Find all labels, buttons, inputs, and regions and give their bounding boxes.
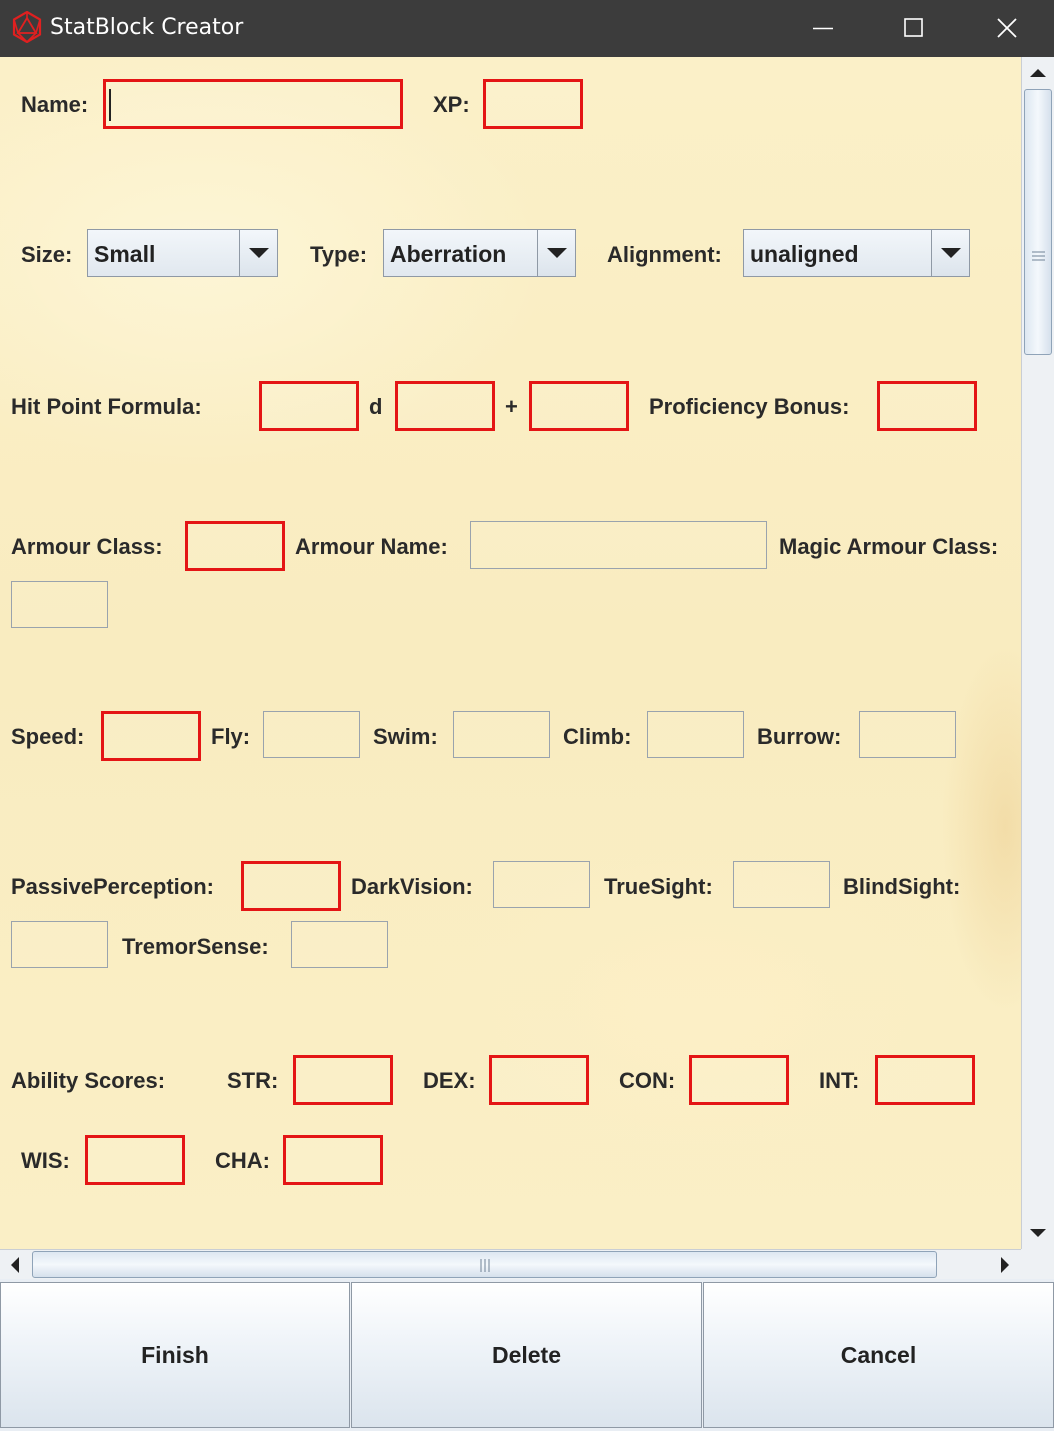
truesight-label: TrueSight: (604, 874, 713, 899)
climb-label: Climb: (563, 724, 632, 749)
arrow-down-icon (1030, 1229, 1046, 1237)
size-combobox[interactable]: Small (87, 229, 278, 277)
magic-armour-class-label: Magic Armour Class: (779, 534, 999, 559)
chevron-down-icon (941, 248, 961, 258)
fly-label: Fly: (211, 724, 251, 749)
climb-field[interactable] (647, 711, 744, 758)
xp-field[interactable] (483, 79, 583, 129)
armour-name-field[interactable] (470, 521, 767, 569)
scroll-right-button[interactable] (989, 1250, 1021, 1280)
tremorsense-field[interactable] (291, 921, 388, 968)
scrollbar-corner (1021, 1249, 1054, 1279)
grip-icon (1032, 251, 1045, 261)
proficiency-bonus-label: Proficiency Bonus: (649, 394, 850, 419)
xp-label: XP: (433, 92, 470, 117)
minimize-icon (813, 27, 833, 30)
alignment-combobox[interactable]: unaligned (743, 229, 970, 277)
horizontal-scrollbar[interactable] (0, 1249, 1021, 1279)
text-caret (109, 89, 111, 121)
str-label: STR: (227, 1068, 279, 1093)
scroll-left-button[interactable] (0, 1250, 32, 1280)
armour-name-label: Armour Name: (295, 534, 448, 559)
type-combobox[interactable]: Aberration (383, 229, 576, 277)
swim-field[interactable] (453, 711, 550, 758)
title-bar: StatBlock Creator (0, 0, 1054, 57)
dex-label: DEX: (423, 1068, 476, 1093)
armour-class-field[interactable] (185, 521, 285, 571)
speed-field[interactable] (101, 711, 201, 761)
maximize-icon (904, 18, 923, 37)
blindsight-label: BlindSight: (843, 874, 961, 899)
name-label: Name: (21, 92, 89, 117)
size-dropdown-button[interactable] (239, 230, 277, 276)
passive-perception-label: PassivePerception: (11, 874, 214, 899)
str-field[interactable] (293, 1055, 393, 1105)
con-label: CON: (619, 1068, 676, 1093)
maximize-button[interactable] (868, 0, 958, 57)
burrow-label: Burrow: (757, 724, 842, 749)
type-value: Aberration (390, 241, 507, 267)
horizontal-scroll-thumb[interactable] (32, 1251, 937, 1278)
cha-label: CHA: (215, 1148, 270, 1173)
ability-scores-label: Ability Scores: (11, 1068, 166, 1093)
tremorsense-label: TremorSense: (122, 934, 269, 959)
dex-field[interactable] (489, 1055, 589, 1105)
truesight-field[interactable] (733, 861, 830, 908)
int-field[interactable] (875, 1055, 975, 1105)
swim-label: Swim: (373, 724, 438, 749)
con-field[interactable] (689, 1055, 789, 1105)
scroll-up-button[interactable] (1022, 57, 1054, 89)
button-bar: Finish Delete Cancel (0, 1279, 1054, 1431)
darkvision-field[interactable] (493, 861, 590, 908)
blindsight-field[interactable] (11, 921, 108, 968)
alignment-dropdown-button[interactable] (931, 230, 969, 276)
passive-perception-field[interactable] (241, 861, 341, 911)
darkvision-label: DarkVision: (351, 874, 473, 899)
finish-button[interactable]: Finish (0, 1282, 350, 1428)
type-label: Type: (310, 242, 368, 267)
hit-dice-size-field[interactable] (395, 381, 495, 431)
burrow-field[interactable] (859, 711, 956, 758)
chevron-down-icon (547, 248, 567, 258)
arrow-left-icon (11, 1257, 19, 1273)
alignment-label: Alignment: (607, 242, 722, 267)
close-icon (997, 18, 1017, 38)
close-button[interactable] (962, 0, 1052, 57)
chevron-down-icon (249, 248, 269, 258)
hit-dice-count-field[interactable] (259, 381, 359, 431)
delete-button[interactable]: Delete (351, 1282, 702, 1428)
cancel-button[interactable]: Cancel (703, 1282, 1054, 1428)
minimize-button[interactable] (778, 0, 868, 57)
speed-label: Speed: (11, 724, 85, 749)
grip-icon (480, 1259, 490, 1272)
fly-field[interactable] (263, 711, 360, 758)
vertical-scroll-thumb[interactable] (1024, 89, 1052, 355)
window-title: StatBlock Creator (50, 15, 244, 40)
proficiency-bonus-field[interactable] (877, 381, 977, 431)
scroll-down-button[interactable] (1022, 1217, 1054, 1249)
armour-class-label: Armour Class: (11, 534, 163, 559)
plus-label: + (505, 394, 518, 419)
type-dropdown-button[interactable] (537, 230, 575, 276)
form-panel: Name: XP: Size: Small Type: Aberration A… (0, 57, 1021, 1249)
arrow-up-icon (1030, 69, 1046, 77)
wis-label: WIS: (21, 1148, 70, 1173)
hit-point-modifier-field[interactable] (529, 381, 629, 431)
alignment-value: unaligned (750, 241, 859, 267)
cha-field[interactable] (283, 1135, 383, 1185)
d20-icon (12, 11, 42, 43)
int-label: INT: (819, 1068, 860, 1093)
dice-d-label: d (369, 394, 383, 419)
vertical-scrollbar[interactable] (1021, 57, 1054, 1249)
wis-field[interactable] (85, 1135, 185, 1185)
hit-point-formula-label: Hit Point Formula: (11, 394, 202, 419)
magic-armour-class-field[interactable] (11, 581, 108, 628)
arrow-right-icon (1001, 1257, 1009, 1273)
name-field[interactable] (103, 79, 403, 129)
size-label: Size: (21, 242, 73, 267)
size-value: Small (94, 241, 156, 267)
